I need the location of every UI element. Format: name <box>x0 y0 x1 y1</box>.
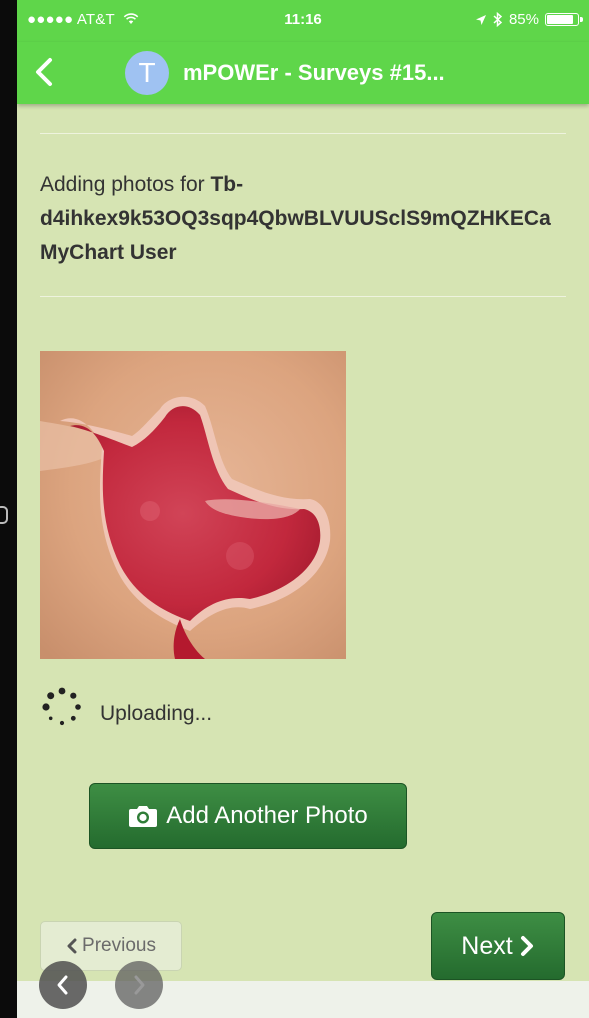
user-name: MyChart User <box>40 241 177 264</box>
battery-icon <box>545 13 583 26</box>
browser-back-button[interactable] <box>39 961 87 1009</box>
browser-toolbar <box>17 981 589 1018</box>
location-arrow-icon <box>475 14 486 25</box>
status-bar: ●●●●● AT&T 11:16 85% <box>17 0 589 42</box>
battery-percent: 85% <box>508 11 539 28</box>
wound-photo <box>40 351 346 659</box>
camera-icon <box>129 806 158 827</box>
spinner-icon <box>42 687 81 726</box>
back-chevron-icon[interactable] <box>29 54 59 90</box>
app-screen: ●●●●● AT&T 11:16 85% T mPOWEr - Surveys … <box>17 0 589 1018</box>
add-photo-label: Add Another Photo <box>166 802 368 829</box>
add-another-photo-button[interactable]: Add Another Photo <box>89 783 407 849</box>
edge-indicator <box>0 506 8 524</box>
page-title: mPOWEr - Surveys #15... <box>183 60 445 85</box>
next-button[interactable]: Next <box>431 912 565 980</box>
back-arrow-icon <box>57 975 68 995</box>
previous-label: Previous <box>82 935 156 956</box>
device-left-edge <box>0 0 17 1018</box>
browser-forward-button[interactable] <box>115 961 163 1009</box>
adding-photos-text: Adding photos for Tb- d4ihkex9k53OQ3sqp4… <box>40 168 589 270</box>
next-label: Next <box>461 931 513 960</box>
chevron-left-icon <box>67 938 77 954</box>
patient-id-line1: Tb- <box>210 173 244 196</box>
avatar: T <box>125 51 169 95</box>
navigation-bar: T mPOWEr - Surveys #15... <box>17 42 589 104</box>
forward-arrow-icon <box>134 975 145 995</box>
top-divider <box>40 133 566 134</box>
status-right: 85% <box>475 11 583 28</box>
uploading-status: Uploading... <box>100 702 213 725</box>
bluetooth-icon <box>493 12 503 27</box>
chevron-right-icon <box>520 936 533 956</box>
patient-id-line2: d4ihkex9k53OQ3sqp4QbwBLVUUSclS9mQZHKECa <box>40 207 551 230</box>
bottom-divider <box>40 296 566 297</box>
adding-prefix: Adding photos for <box>40 173 211 196</box>
